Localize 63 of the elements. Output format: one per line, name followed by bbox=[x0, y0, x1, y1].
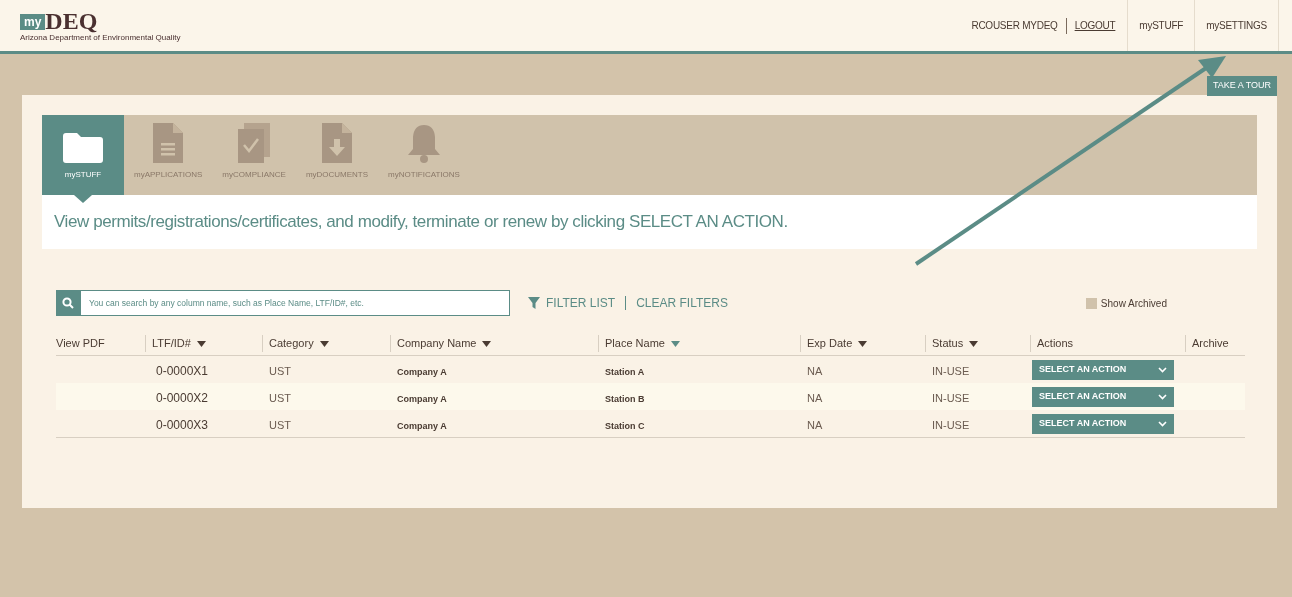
show-archived-label: Show Archived bbox=[1100, 296, 1167, 311]
select-action-dropdown[interactable]: SELECT AN ACTION bbox=[1032, 413, 1174, 434]
table-cell: UST bbox=[269, 418, 291, 431]
user-name: RCOUSER MYDEQ bbox=[970, 19, 1059, 33]
column-header[interactable]: Place Name bbox=[605, 335, 680, 352]
logo-text: DEQ bbox=[45, 9, 98, 33]
sort-caret-icon bbox=[482, 340, 492, 347]
table-cell-text: 0-0000X3 bbox=[155, 417, 209, 432]
table-cell-text: 0-0000X2 bbox=[155, 390, 209, 405]
bell-icon bbox=[407, 123, 441, 163]
logout-link[interactable]: LOGOUT bbox=[1066, 18, 1124, 33]
table-cell: Station C bbox=[605, 420, 645, 431]
chevron-down-icon bbox=[1158, 366, 1167, 373]
sort-caret-icon bbox=[670, 340, 680, 347]
column-header[interactable]: LTF/ID# bbox=[152, 335, 206, 352]
document-icon bbox=[153, 123, 184, 163]
nav-link[interactable]: mySTUFF bbox=[1127, 0, 1195, 51]
folder-icon bbox=[63, 133, 103, 163]
table-cell: NA bbox=[807, 364, 823, 377]
table-cell: Station B bbox=[605, 393, 645, 404]
sort-caret-icon bbox=[196, 340, 206, 347]
sort-caret-icon bbox=[969, 340, 979, 347]
column-header: View PDF bbox=[56, 336, 105, 352]
table-cell: Company A bbox=[397, 366, 447, 377]
table-cell: IN-USE bbox=[932, 364, 970, 377]
column-header[interactable]: Exp Date bbox=[807, 335, 868, 352]
search-field[interactable]: You can search by any column name, such as Place Name, LTF/ID#, etc. bbox=[80, 290, 510, 316]
tab[interactable]: myAPPLICATIONS bbox=[124, 115, 213, 195]
chevron-down-icon bbox=[1158, 393, 1167, 400]
table-cell: NA bbox=[807, 391, 823, 404]
column-header[interactable]: Status bbox=[932, 335, 979, 352]
table-cell: NA bbox=[807, 418, 823, 431]
filter-list-button[interactable]: FILTER LIST bbox=[528, 294, 616, 312]
search-icon[interactable] bbox=[56, 290, 80, 316]
table-cell: UST bbox=[269, 364, 291, 377]
sort-caret-icon bbox=[319, 340, 329, 347]
checklist-icon bbox=[238, 123, 271, 163]
tab[interactable]: myCOMPLIANCE bbox=[212, 115, 296, 195]
logo-subtitle: Arizona Department of Environmental Quality bbox=[20, 33, 181, 42]
table-cell: Station A bbox=[605, 366, 645, 377]
download-icon bbox=[322, 123, 352, 163]
column-header: Archive bbox=[1192, 336, 1229, 352]
nav-link[interactable]: mySETTINGS bbox=[1194, 0, 1278, 51]
table-cell: Company A bbox=[397, 420, 447, 431]
filter-icon bbox=[528, 297, 540, 309]
table-cell-text: 0-0000X1 bbox=[155, 363, 209, 378]
intro-text: View permits/registrations/certificates, and modify, terminate or renew by clicking SELECT AN ACTION. bbox=[54, 211, 788, 234]
table-cell: Company A bbox=[397, 393, 447, 404]
column-header: Actions bbox=[1037, 336, 1074, 352]
column-header[interactable]: Category bbox=[269, 335, 329, 352]
sort-caret-icon bbox=[858, 340, 868, 347]
tab[interactable]: myNOTIFICATIONS bbox=[378, 115, 470, 195]
column-header[interactable]: Company Name bbox=[397, 335, 492, 352]
clear-filters-button[interactable]: CLEAR FILTERS bbox=[636, 294, 728, 312]
table-cell: IN-USE bbox=[932, 391, 970, 404]
select-action-dropdown[interactable]: SELECT AN ACTION bbox=[1032, 386, 1174, 407]
logo-badge: my bbox=[20, 14, 46, 30]
table-cell: UST bbox=[269, 391, 291, 404]
table-cell: IN-USE bbox=[932, 418, 970, 431]
show-archived-checkbox[interactable] bbox=[1085, 297, 1097, 309]
tab[interactable]: myDOCUMENTS bbox=[295, 115, 379, 195]
select-action-dropdown[interactable]: SELECT AN ACTION bbox=[1032, 359, 1174, 380]
chevron-down-icon bbox=[1158, 420, 1167, 427]
